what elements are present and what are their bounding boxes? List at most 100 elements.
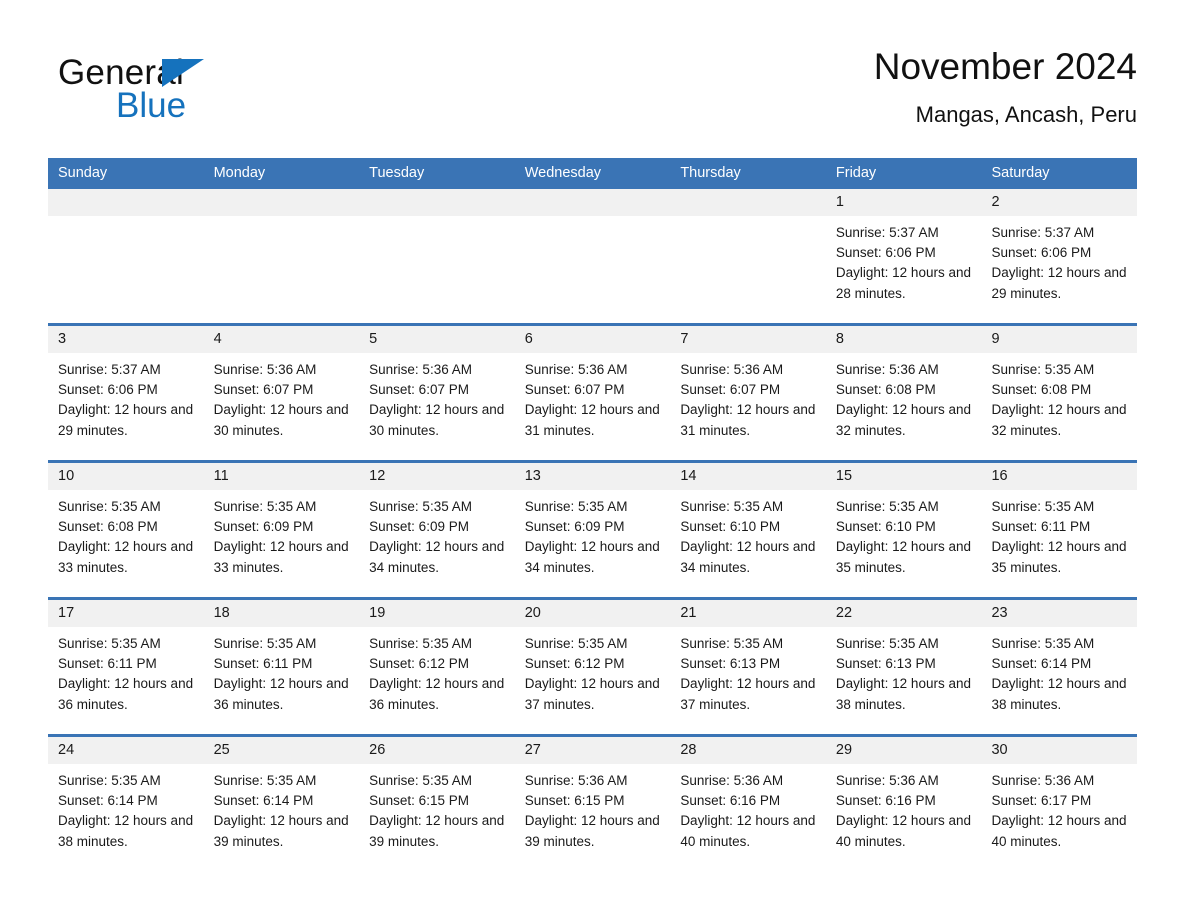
day-cell: Sunrise: 5:36 AM Sunset: 6:16 PM Dayligh…: [826, 764, 982, 871]
day-number: 23: [991, 605, 1008, 621]
day-cell: Sunrise: 5:35 AM Sunset: 6:08 PM Dayligh…: [981, 353, 1137, 460]
sunset-text: Sunset: 6:16 PM: [835, 793, 936, 809]
day-number: 2: [991, 194, 1000, 210]
day-cell: Sunrise: 5:35 AM Sunset: 6:10 PM Dayligh…: [670, 490, 826, 597]
week-body: Sunrise: 5:37 AM Sunset: 6:06 PM Dayligh…: [48, 216, 1137, 323]
weekday-wednesday: Wednesday: [524, 165, 602, 181]
sunset-text: Sunset: 6:09 PM: [213, 519, 314, 535]
day-number: 17: [58, 605, 75, 621]
sunrise-text: Sunrise: 5:35 AM: [991, 499, 1095, 514]
sunrise-text: Sunrise: 5:35 AM: [213, 773, 317, 788]
week-body: Sunrise: 5:35 AM Sunset: 6:11 PM Dayligh…: [48, 627, 1137, 734]
day-cell-empty: [204, 216, 360, 323]
day-number: 10: [58, 468, 75, 484]
week-date-band: 1 2: [48, 189, 1137, 216]
day-cell: Sunrise: 5:37 AM Sunset: 6:06 PM Dayligh…: [48, 353, 204, 460]
day-cell: Sunrise: 5:35 AM Sunset: 6:15 PM Dayligh…: [359, 764, 515, 871]
sunrise-text: Sunrise: 5:35 AM: [835, 636, 939, 651]
day-number: [670, 189, 826, 216]
sunrise-text: Sunrise: 5:35 AM: [680, 636, 784, 651]
calendar-week-row: 17 18 19 20 21 22 23 Sunrise: 5:35 AM Su…: [48, 597, 1137, 734]
calendar-week-row: 24 25 26 27 28 29 30 Sunrise: 5:35 AM Su…: [48, 734, 1137, 871]
daylight-text: Daylight: 12 hours and 38 minutes.: [991, 676, 1127, 712]
daylight-text: Daylight: 12 hours and 40 minutes.: [991, 813, 1127, 849]
daylight-text: Daylight: 12 hours and 34 minutes.: [524, 539, 660, 575]
day-number: [204, 189, 360, 216]
daylight-text: Daylight: 12 hours and 38 minutes.: [58, 813, 194, 849]
sunset-text: Sunset: 6:06 PM: [835, 245, 936, 261]
weekday-thursday: Thursday: [680, 165, 741, 181]
calendar-grid: Sunday Monday Tuesday Wednesday Thursday…: [48, 158, 1137, 871]
sunset-text: Sunset: 6:14 PM: [991, 656, 1092, 672]
daylight-text: Daylight: 12 hours and 35 minutes.: [835, 539, 971, 575]
sunrise-text: Sunrise: 5:35 AM: [835, 499, 939, 514]
sunrise-text: Sunrise: 5:37 AM: [991, 225, 1095, 240]
day-number: 4: [213, 331, 222, 347]
day-cell: Sunrise: 5:35 AM Sunset: 6:09 PM Dayligh…: [204, 490, 360, 597]
sunrise-text: Sunrise: 5:35 AM: [369, 773, 472, 788]
sunset-text: Sunset: 6:17 PM: [991, 793, 1092, 809]
day-cell: Sunrise: 5:35 AM Sunset: 6:14 PM Dayligh…: [48, 764, 204, 871]
day-cell: Sunrise: 5:36 AM Sunset: 6:07 PM Dayligh…: [515, 353, 671, 460]
day-cell-empty: [359, 216, 515, 323]
sunset-text: Sunset: 6:11 PM: [213, 656, 313, 672]
sunset-text: Sunset: 6:10 PM: [835, 519, 936, 535]
day-cell: Sunrise: 5:35 AM Sunset: 6:08 PM Dayligh…: [48, 490, 204, 597]
day-cell-empty: [48, 216, 204, 323]
day-cell: Sunrise: 5:35 AM Sunset: 6:11 PM Dayligh…: [204, 627, 360, 734]
daylight-text: Daylight: 12 hours and 40 minutes.: [835, 813, 971, 849]
sunrise-text: Sunrise: 5:35 AM: [58, 636, 161, 651]
day-cell: Sunrise: 5:36 AM Sunset: 6:17 PM Dayligh…: [981, 764, 1137, 871]
day-number: 3: [58, 331, 67, 347]
daylight-text: Daylight: 12 hours and 36 minutes.: [213, 676, 349, 712]
daylight-text: Daylight: 12 hours and 28 minutes.: [835, 265, 971, 301]
sunrise-text: Sunrise: 5:35 AM: [213, 636, 317, 651]
sunrise-text: Sunrise: 5:35 AM: [369, 499, 472, 514]
sunrise-text: Sunrise: 5:35 AM: [991, 636, 1095, 651]
sunset-text: Sunset: 6:07 PM: [680, 382, 781, 398]
sunset-text: Sunset: 6:13 PM: [835, 656, 936, 672]
day-cell: Sunrise: 5:35 AM Sunset: 6:14 PM Dayligh…: [204, 764, 360, 871]
sunrise-text: Sunrise: 5:36 AM: [524, 773, 628, 788]
day-number: 6: [524, 331, 533, 347]
sunrise-text: Sunrise: 5:36 AM: [680, 773, 784, 788]
week-date-band: 3 4 5 6 7 8 9: [48, 326, 1137, 353]
daylight-text: Daylight: 12 hours and 40 minutes.: [680, 813, 816, 849]
sunrise-text: Sunrise: 5:35 AM: [524, 499, 628, 514]
day-number: [359, 189, 515, 216]
day-number: 1: [835, 194, 844, 210]
sunrise-text: Sunrise: 5:36 AM: [835, 773, 939, 788]
day-number: 15: [835, 468, 853, 484]
day-number: 21: [680, 605, 697, 621]
sunset-text: Sunset: 6:09 PM: [369, 519, 469, 535]
day-cell-empty: [670, 216, 826, 323]
day-cell: Sunrise: 5:36 AM Sunset: 6:07 PM Dayligh…: [670, 353, 826, 460]
sunrise-text: Sunrise: 5:37 AM: [835, 225, 939, 240]
day-cell: Sunrise: 5:37 AM Sunset: 6:06 PM Dayligh…: [981, 216, 1137, 323]
title-block: November 2024 Mangas, Ancash, Peru: [874, 44, 1137, 131]
week-body: Sunrise: 5:35 AM Sunset: 6:14 PM Dayligh…: [48, 764, 1137, 871]
sunrise-text: Sunrise: 5:36 AM: [835, 362, 939, 377]
daylight-text: Daylight: 12 hours and 30 minutes.: [213, 402, 349, 438]
sunset-text: Sunset: 6:06 PM: [58, 382, 158, 398]
day-number: 18: [213, 605, 230, 621]
day-cell: Sunrise: 5:35 AM Sunset: 6:12 PM Dayligh…: [515, 627, 671, 734]
day-number: 24: [58, 742, 75, 758]
sunset-text: Sunset: 6:07 PM: [524, 382, 625, 398]
day-number: 16: [991, 468, 1008, 484]
day-number: 14: [680, 468, 697, 484]
daylight-text: Daylight: 12 hours and 39 minutes.: [524, 813, 660, 849]
sunset-text: Sunset: 6:10 PM: [680, 519, 781, 535]
week-date-band: 24 25 26 27 28 29 30: [48, 737, 1137, 764]
sunset-text: Sunset: 6:11 PM: [991, 519, 1091, 535]
daylight-text: Daylight: 12 hours and 34 minutes.: [369, 539, 505, 575]
day-cell: Sunrise: 5:35 AM Sunset: 6:09 PM Dayligh…: [515, 490, 671, 597]
daylight-text: Daylight: 12 hours and 39 minutes.: [369, 813, 505, 849]
day-number: 11: [213, 468, 229, 484]
sunset-text: Sunset: 6:08 PM: [58, 519, 158, 535]
page-subtitle: Mangas, Ancash, Peru: [915, 102, 1137, 127]
sunrise-text: Sunrise: 5:36 AM: [213, 362, 317, 377]
sunrise-text: Sunrise: 5:37 AM: [58, 362, 161, 377]
sunrise-text: Sunrise: 5:35 AM: [991, 362, 1095, 377]
daylight-text: Daylight: 12 hours and 31 minutes.: [524, 402, 660, 438]
